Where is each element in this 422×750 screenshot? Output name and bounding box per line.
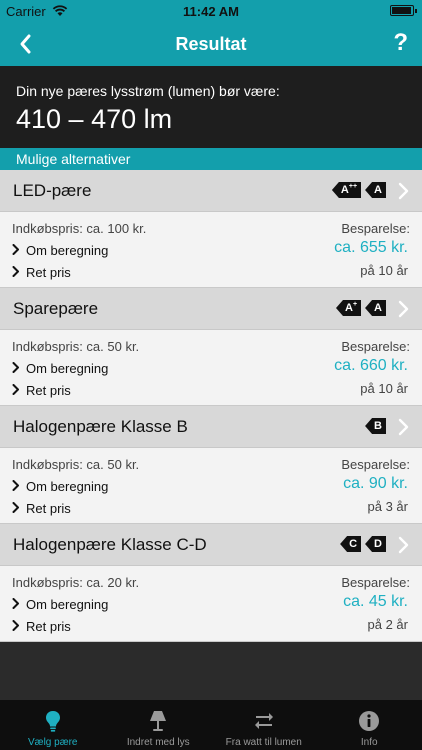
savings-period: på 10 år [360, 263, 408, 278]
edit-price-label: Ret pris [26, 501, 71, 516]
about-calculation-link[interactable]: Om beregning [12, 597, 108, 612]
chevron-right-icon[interactable] [398, 536, 410, 554]
chevron-right-icon [12, 265, 20, 280]
tab-lamp[interactable]: Indret med lys [106, 700, 212, 750]
bulb-type-name: Halogenpære Klasse B [13, 417, 188, 436]
energy-label-badge: B [365, 418, 386, 434]
purchase-price: Indkøbspris: ca. 50 kr. [12, 457, 140, 472]
about-calculation-label: Om beregning [26, 243, 109, 258]
about-calculation-label: Om beregning [26, 361, 109, 376]
alternative-row-header[interactable]: LED-pære A++ A [0, 170, 422, 212]
chevron-right-icon [12, 619, 20, 634]
edit-price-link[interactable]: Ret pris [12, 383, 71, 398]
tab-bar: Vælg pære Indret med lys Fra watt til lu… [0, 700, 422, 750]
chevron-right-icon [12, 479, 20, 494]
chevron-right-icon [12, 361, 20, 376]
about-calculation-link[interactable]: Om beregning [12, 361, 108, 376]
energy-label-badge: A [365, 182, 386, 198]
chevron-right-icon [12, 243, 20, 258]
alternative-row-details: Indkøbspris: ca. 50 kr. Om beregning Ret… [0, 448, 422, 524]
alternative-row-details: Indkøbspris: ca. 50 kr. Om beregning Ret… [0, 330, 422, 406]
savings-amount: ca. 655 kr. [334, 239, 408, 256]
edit-price-link[interactable]: Ret pris [12, 265, 71, 280]
savings-label: Besparelse: [341, 457, 410, 472]
bulb-type-name: Sparepære [13, 299, 99, 318]
bulb-type-name: Halogenpære Klasse C-D [13, 535, 207, 554]
battery-icon [390, 5, 417, 16]
status-bar: Carrier 11:42 AM [0, 0, 422, 22]
purchase-price: Indkøbspris: ca. 100 kr. [12, 221, 147, 236]
about-calculation-link[interactable]: Om beregning [12, 479, 108, 494]
tab-convert[interactable]: Fra watt til lumen [211, 700, 317, 750]
alternative-row-header[interactable]: Halogenpære Klasse C-D CD [0, 524, 422, 566]
tab-label: Vælg pære [28, 737, 78, 748]
bulb-type-name: LED-pære [13, 181, 92, 200]
energy-label-badge: C [340, 536, 362, 552]
energy-labels: B [365, 418, 386, 434]
about-calculation-label: Om beregning [26, 597, 109, 612]
nav-bar: Resultat ? [0, 22, 422, 66]
savings-amount: ca. 45 kr. [343, 593, 408, 610]
help-button[interactable]: ? [393, 29, 408, 57]
savings-period: på 3 år [367, 499, 408, 514]
alternative-row-header[interactable]: Sparepære A+ A [0, 288, 422, 330]
edit-price-link[interactable]: Ret pris [12, 619, 71, 634]
alternative-row-header[interactable]: Halogenpære Klasse B B [0, 406, 422, 448]
lumen-result-panel: Din nye pæres lysstrøm (lumen) bør være:… [0, 66, 422, 148]
savings-amount: ca. 90 kr. [343, 475, 408, 492]
tab-info[interactable]: Info [317, 700, 422, 750]
energy-labels: CD [340, 536, 386, 552]
alternatives-header: Mulige alternativer [0, 148, 422, 170]
edit-price-link[interactable]: Ret pris [12, 501, 71, 516]
chevron-right-icon[interactable] [398, 418, 410, 436]
page-title: Resultat [175, 34, 247, 54]
info-icon [357, 709, 381, 733]
about-calculation-label: Om beregning [26, 479, 109, 494]
savings-period: på 10 år [360, 381, 408, 396]
chevron-right-icon [12, 501, 20, 516]
alternatives-list: LED-pære A++ A Indkøbspris: ca. 100 kr. O… [0, 170, 422, 642]
energy-label-badge: A+ [336, 300, 362, 316]
edit-price-label: Ret pris [26, 619, 71, 634]
edit-price-label: Ret pris [26, 383, 71, 398]
savings-label: Besparelse: [341, 221, 410, 236]
convert-icon [252, 709, 276, 733]
chevron-right-icon[interactable] [398, 182, 410, 200]
energy-labels: A++ A [331, 182, 386, 198]
savings-amount: ca. 660 kr. [334, 357, 408, 374]
result-label: Din nye pæres lysstrøm (lumen) bør være: [16, 83, 280, 99]
energy-label-badge: D [365, 536, 386, 552]
savings-label: Besparelse: [341, 575, 410, 590]
tab-bulb[interactable]: Vælg pære [0, 700, 106, 750]
chevron-right-icon[interactable] [398, 300, 410, 318]
chevron-right-icon [12, 383, 20, 398]
savings-period: på 2 år [367, 617, 408, 632]
result-value: 410 – 470 lm [16, 104, 173, 134]
energy-label-badge: A [365, 300, 386, 316]
savings-label: Besparelse: [341, 339, 410, 354]
about-calculation-link[interactable]: Om beregning [12, 243, 108, 258]
alternative-row-details: Indkøbspris: ca. 20 kr. Om beregning Ret… [0, 566, 422, 642]
energy-label-badge: A++ [331, 182, 362, 198]
tab-label: Fra watt til lumen [225, 737, 302, 748]
clock: 11:42 AM [183, 4, 239, 19]
tab-label: Info [360, 737, 378, 748]
purchase-price: Indkøbspris: ca. 20 kr. [12, 575, 140, 590]
lamp-icon [146, 709, 170, 733]
energy-labels: A+ A [336, 300, 386, 316]
bulb-icon [41, 709, 65, 733]
tab-label: Indret med lys [126, 737, 190, 748]
purchase-price: Indkøbspris: ca. 50 kr. [12, 339, 140, 354]
chevron-right-icon [12, 597, 20, 612]
alternative-row-details: Indkøbspris: ca. 100 kr. Om beregning Re… [0, 212, 422, 288]
edit-price-label: Ret pris [26, 265, 71, 280]
